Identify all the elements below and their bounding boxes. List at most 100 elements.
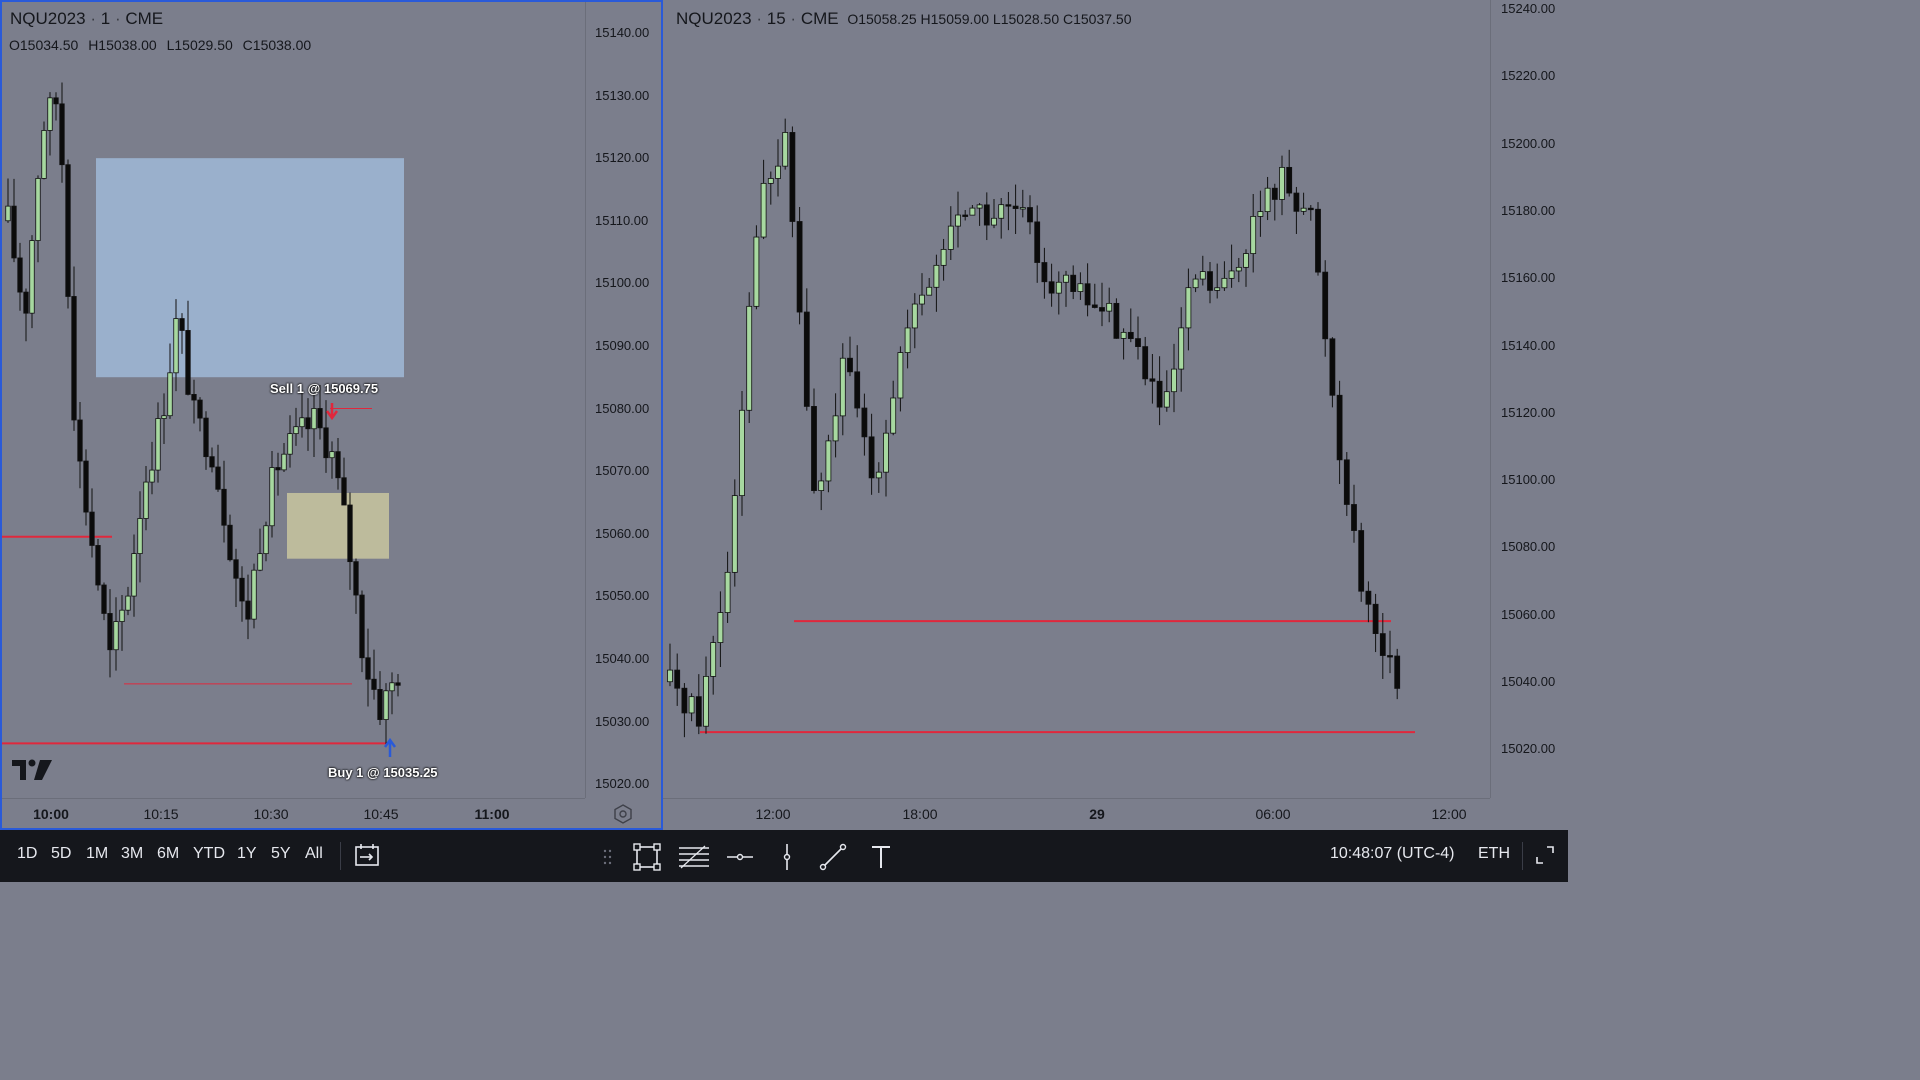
candle-body (263, 525, 269, 555)
right-symbol[interactable]: NQU2023 (676, 9, 752, 28)
timeframe-button[interactable]: 5D (51, 845, 71, 863)
price-tick-label: 15040.00 (595, 651, 650, 666)
price-tick-label: 15020.00 (1501, 741, 1556, 757)
separator (340, 842, 341, 870)
vertical-line-tool-icon[interactable] (772, 842, 802, 872)
candle-body (667, 669, 673, 683)
timeframe-button[interactable]: 5Y (271, 845, 291, 863)
left-interval[interactable]: 1 (101, 9, 110, 28)
price-tick-label: 15130.00 (595, 87, 650, 103)
candle-body (41, 130, 47, 179)
left-time-axis[interactable]: 10:00 10:15 10:30 10:45 11:00 (0, 798, 585, 830)
candle-body (1127, 331, 1134, 339)
left-symbol[interactable]: NQU2023 (10, 9, 86, 28)
candle-body (991, 217, 997, 226)
left-open: O15034.50 (9, 37, 79, 53)
candle-body (1091, 304, 1098, 308)
candle-body (825, 440, 832, 482)
left-price-axis[interactable]: 15140.00 15130.00 15120.00 15110.00 15100.00… (585, 0, 663, 798)
candle-body (847, 357, 853, 373)
time-tick-label: 10:15 (143, 806, 179, 822)
candle-body (1329, 338, 1336, 396)
candle-body (868, 436, 875, 479)
candle-body (1365, 590, 1372, 605)
left-chart-pane[interactable]: NQU2023 · 1 · CME O15034.50 H15038.00 L1… (0, 0, 663, 830)
candle-body (1243, 253, 1249, 268)
candle-body (796, 221, 803, 313)
right-time-axis[interactable]: 12:00 18:00 29 06:00 12:00 (663, 798, 1490, 830)
timeframe-button[interactable]: 6M (157, 845, 179, 863)
candle-body (143, 481, 149, 519)
candle-body (1005, 204, 1012, 207)
price-tick-label: 15180.00 (1501, 202, 1556, 218)
price-tick-label: 15200.00 (1501, 135, 1556, 151)
candle-body (1199, 271, 1206, 280)
timeframe-button[interactable]: 1D (17, 845, 37, 863)
timeframe-button[interactable]: YTD (193, 845, 225, 863)
candle-body (11, 205, 17, 259)
rectangle-tool-icon[interactable] (632, 842, 662, 872)
candle-body (1293, 192, 1300, 212)
timeframe-button[interactable]: 1M (86, 845, 108, 863)
right-chart-canvas[interactable] (663, 0, 1568, 830)
price-tick-label: 15100.00 (595, 275, 650, 291)
candle-body (803, 311, 810, 407)
candle-body (839, 357, 846, 417)
price-tick-label: 15050.00 (595, 588, 650, 604)
timeframe-button[interactable]: 3M (121, 845, 143, 863)
candle-body (818, 480, 825, 491)
candle-body (227, 524, 233, 561)
candle-body (710, 642, 717, 677)
buy-order-label[interactable]: Buy 1 @ 15035.25 (328, 765, 438, 780)
left-high: H15038.00 (88, 37, 157, 53)
candle-body (191, 394, 197, 401)
price-tick-label: 15080.00 (595, 400, 650, 416)
clock-timezone[interactable]: 10:48:07 (UTC-4) (1330, 845, 1455, 863)
price-tick-label: 15220.00 (1501, 68, 1556, 84)
candle-body (760, 182, 767, 238)
candle-body (1300, 207, 1307, 212)
candle-body (59, 103, 65, 166)
candle-body (119, 609, 125, 622)
fib-retracement-tool-icon[interactable] (677, 842, 711, 872)
candle-body (1063, 274, 1069, 283)
candle-body (239, 577, 245, 602)
candle-body (854, 371, 861, 409)
candle-body (53, 97, 59, 105)
price-tick-label: 15040.00 (1501, 674, 1556, 689)
time-tick-label: 10:00 (33, 806, 69, 822)
right-price-axis[interactable]: 15240.00 15220.00 15200.00 15180.00 15160.00… (1490, 0, 1568, 798)
drag-handle-icon[interactable] (603, 848, 613, 868)
candle-body (962, 214, 969, 217)
chart-settings-icon[interactable] (612, 803, 634, 825)
candle-body (703, 675, 709, 727)
dot-separator: · (756, 9, 763, 28)
candle-body (113, 621, 119, 651)
candle-body (919, 294, 925, 305)
candle-body (976, 204, 983, 209)
left-chart-canvas[interactable] (0, 0, 663, 830)
candle-body (365, 657, 371, 680)
candle-body (155, 418, 161, 471)
date-range-icon[interactable] (354, 842, 380, 868)
session-toggle[interactable]: ETH (1478, 845, 1510, 863)
right-interval[interactable]: 15 (767, 9, 786, 28)
fullscreen-icon[interactable] (1534, 844, 1556, 866)
candle-body (293, 426, 299, 435)
sell-order-label[interactable]: Sell 1 @ 15069.75 (270, 381, 378, 396)
tradingview-logo[interactable] (12, 758, 54, 789)
time-tick-label: 11:00 (474, 806, 510, 822)
candle-body (389, 682, 395, 692)
timeframe-button[interactable]: 1Y (237, 845, 257, 863)
candle-body (245, 600, 251, 620)
horizontal-line-tool-icon[interactable] (725, 842, 755, 872)
right-chart-pane[interactable]: NQU2023 · 15 · CME O15058.25 H15059.00 L… (663, 0, 1568, 830)
timeframe-button[interactable]: All (305, 845, 323, 863)
candle-body (1142, 346, 1149, 380)
trend-line-tool-icon[interactable] (818, 842, 848, 872)
candle-body (940, 249, 947, 266)
text-tool-icon[interactable] (866, 842, 896, 872)
candle-body (215, 466, 221, 490)
candle-body (71, 296, 77, 421)
supply-zone (96, 158, 404, 378)
